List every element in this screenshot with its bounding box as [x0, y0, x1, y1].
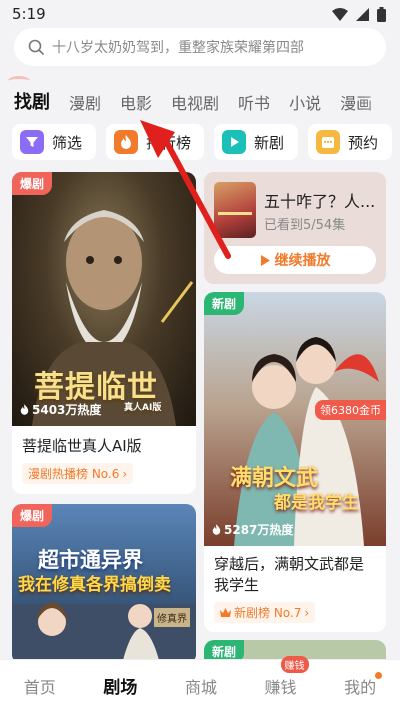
chip-reserve-label: 预约 [348, 133, 379, 152]
poster-subtitle: 我在修真各界搞倒卖 [18, 575, 171, 595]
search-bar[interactable]: 十八岁太奶奶驾到，重整家族荣耀第四部 [14, 28, 386, 66]
category-tabs: 找剧 漫剧 电影 电视剧 听书 小说 漫画 [14, 84, 391, 114]
drama-card[interactable]: 爆剧 菩提临世 真人AI版 5403万热度 菩提临世真人AI版 漫剧热播榜 No… [12, 172, 196, 494]
chevron-right-icon: › [122, 466, 128, 481]
crown-icon [220, 608, 231, 617]
status-icons [332, 7, 386, 22]
nav-earn[interactable]: 赚钱 赚钱 [264, 655, 309, 698]
chip-filter[interactable]: 筛选 [12, 124, 96, 160]
tabs-fade [360, 78, 400, 118]
heat-text: 5403万热度 [32, 403, 102, 417]
heat-count: 5403万热度 [20, 401, 101, 418]
notification-dot [375, 671, 383, 679]
status-time: 5:19 [12, 5, 46, 23]
nav-me-label: 我的 [344, 677, 377, 697]
nav-home[interactable]: 首页 [24, 674, 56, 698]
continue-title: 五十咋了？人... [264, 192, 376, 211]
nav-mall[interactable]: 商城 [185, 674, 217, 698]
tab-novel[interactable]: 小说 [289, 90, 321, 114]
continue-play-button[interactable]: 继续播放 [214, 246, 376, 274]
tag-hot: 爆剧 [12, 504, 53, 527]
flame-icon [212, 524, 221, 535]
thumb-decoration [218, 212, 252, 215]
tab-audiobook[interactable]: 听书 [238, 90, 270, 114]
continue-button-label: 继续播放 [274, 253, 331, 269]
tag-hot: 爆剧 [12, 172, 53, 195]
search-icon [28, 39, 44, 55]
drama-poster: 爆剧 超市通异界 我在修真各界搞倒卖 修真界 [12, 504, 196, 664]
wifi-icon [332, 8, 348, 21]
heat-text: 5287万热度 [224, 523, 294, 537]
drama-card[interactable]: 新剧 领6380金币 满朝文武 都是我学生 5287万热度 穿越后，满朝文武都是… [204, 292, 386, 632]
tab-movie[interactable]: 电影 [120, 90, 152, 114]
calendar-icon [316, 130, 340, 154]
poster-subtitle: 都是我学生 [274, 493, 359, 513]
continue-watching-card[interactable]: 五十咋了？人... 已看到5/54集 继续播放 [204, 172, 386, 284]
drama-poster: 新剧 领6380金币 满朝文武 都是我学生 5287万热度 [204, 292, 386, 546]
battery-icon [377, 7, 386, 22]
flame-icon [114, 130, 138, 154]
tab-tv[interactable]: 电视剧 [171, 90, 219, 114]
bottom-nav: 首页 剧场 商城 赚钱 赚钱 我的 [0, 655, 400, 711]
play-icon [260, 254, 270, 266]
flame-icon [20, 404, 29, 415]
chip-ranking-label: 排行榜 [146, 133, 192, 152]
rank-badge[interactable]: 新剧榜 No.7 › [214, 602, 316, 623]
quick-chips: 筛选 排行榜 新剧 预约 [12, 124, 392, 160]
coin-badge[interactable]: 领6380金币 [315, 400, 386, 420]
chip-reserve[interactable]: 预约 [308, 124, 392, 160]
tab-manju[interactable]: 漫剧 [69, 90, 101, 114]
continue-thumb [214, 182, 256, 238]
continue-progress: 已看到5/54集 [264, 218, 346, 233]
poster-sign: 修真界 [154, 608, 190, 627]
chip-ranking[interactable]: 排行榜 [106, 124, 204, 160]
signal-icon [356, 8, 369, 21]
chevron-right-icon: › [304, 605, 310, 620]
search-placeholder: 十八岁太奶奶驾到，重整家族荣耀第四部 [52, 40, 304, 56]
tag-new: 新剧 [204, 292, 245, 315]
chip-filter-label: 筛选 [52, 133, 83, 152]
chip-new[interactable]: 新剧 [214, 124, 298, 160]
drama-poster: 爆剧 菩提临世 真人AI版 5403万热度 [12, 172, 196, 426]
nav-me[interactable]: 我的 [344, 671, 383, 698]
earn-badge: 赚钱 [280, 655, 309, 673]
tab-zhaoju[interactable]: 找剧 [14, 88, 50, 114]
drama-title: 菩提临世真人AI版 [22, 437, 142, 455]
status-bar: 5:19 [0, 0, 400, 28]
play-icon [222, 130, 246, 154]
poster-subtitle: 真人AI版 [124, 403, 162, 413]
filter-icon [20, 130, 44, 154]
rank-text: 新剧榜 No.7 [234, 606, 302, 620]
nav-earn-label: 赚钱 [264, 677, 297, 697]
drama-title: 穿越后，满朝文武都是我学生 [214, 555, 365, 594]
drama-card[interactable]: 爆剧 超市通异界 我在修真各界搞倒卖 修真界 [12, 504, 196, 664]
rank-text: 漫剧热播榜 No.6 [28, 467, 120, 481]
nav-theater[interactable]: 剧场 [103, 673, 137, 698]
rank-badge[interactable]: 漫剧热播榜 No.6 › [22, 463, 134, 484]
heat-count: 5287万热度 [212, 521, 293, 538]
chip-new-label: 新剧 [254, 133, 285, 152]
